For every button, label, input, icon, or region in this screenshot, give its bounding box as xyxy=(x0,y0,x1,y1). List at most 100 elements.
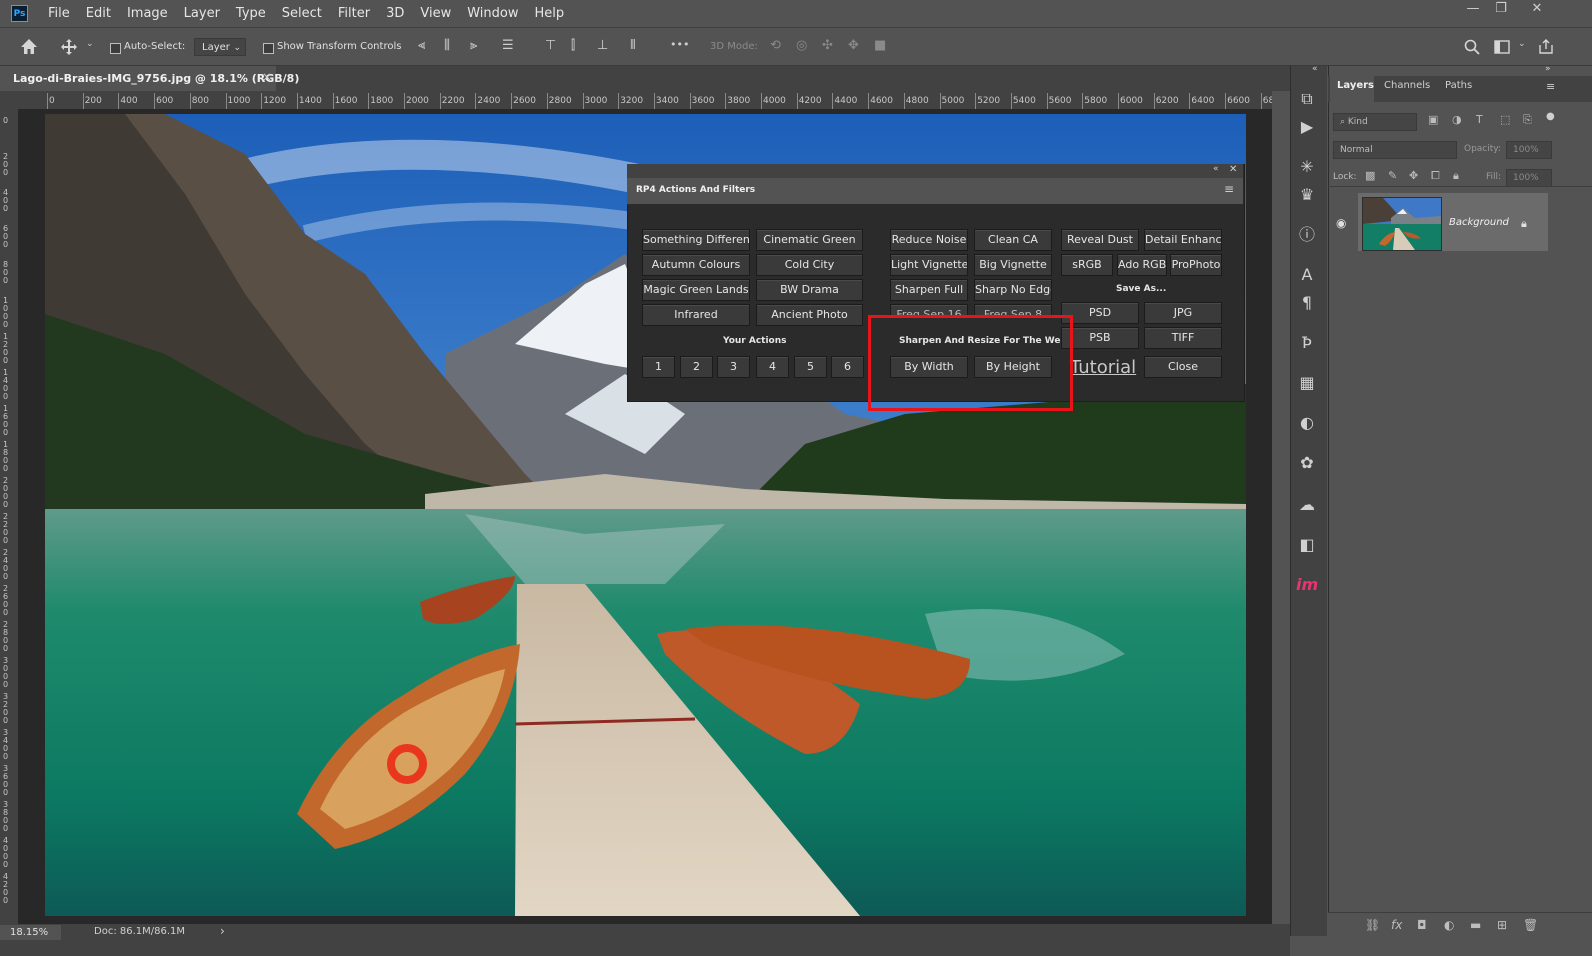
action-6-button[interactable]: 6 xyxy=(831,356,864,378)
properties-icon[interactable]: ◧ xyxy=(1296,534,1318,556)
action-1-button[interactable]: 1 xyxy=(642,356,675,378)
filter-kind-dropdown[interactable]: ⌕ Kind xyxy=(1333,113,1417,131)
align-center-icon[interactable]: ⫼ xyxy=(444,38,450,53)
clean-ca-button[interactable]: Clean CA xyxy=(974,229,1052,251)
delete-layer-icon[interactable]: 🗑︎ xyxy=(1523,918,1538,932)
something-different-button[interactable]: Something Different xyxy=(642,229,750,251)
document-tab[interactable]: Lago-di-Braies-IMG_9756.jpg @ 18.1% (RGB… xyxy=(0,66,299,91)
tutorial-link[interactable]: Tutorial xyxy=(1070,357,1136,378)
menu-view[interactable]: View xyxy=(412,0,459,27)
menu-3d[interactable]: 3D xyxy=(378,0,412,27)
magic-green-lands-button[interactable]: Magic Green Lands xyxy=(642,279,750,301)
auto-select-target-dropdown[interactable]: Layer ⌄ xyxy=(194,38,246,56)
close-panel-button[interactable]: Close xyxy=(1144,356,1222,378)
autumn-colours-button[interactable]: Autumn Colours xyxy=(642,254,750,276)
bw-drama-button[interactable]: BW Drama xyxy=(756,279,863,301)
visibility-eye-icon[interactable]: ◉ xyxy=(1336,216,1346,230)
save-jpg-button[interactable]: JPG xyxy=(1144,302,1222,324)
reveal-dust-button[interactable]: Reveal Dust xyxy=(1061,229,1139,251)
paragraph-icon[interactable]: ¶ xyxy=(1296,292,1318,314)
action-5-button[interactable]: 5 xyxy=(794,356,827,378)
cold-city-button[interactable]: Cold City xyxy=(756,254,863,276)
actions-play-icon[interactable]: ▶ xyxy=(1296,116,1318,138)
link-layers-icon[interactable]: ⛓ xyxy=(1365,918,1380,932)
distribute-icon[interactable]: ☰ xyxy=(502,38,514,53)
tab-paths[interactable]: Paths xyxy=(1445,80,1472,91)
chevron-down-icon[interactable]: ⌄ xyxy=(1518,39,1526,49)
filter-adjustment-icon[interactable]: ◑ xyxy=(1452,113,1462,126)
opacity-field[interactable]: 100% xyxy=(1506,141,1552,159)
filter-smart-object-icon[interactable]: ⎘ xyxy=(1523,113,1532,127)
tab-channels[interactable]: Channels xyxy=(1384,80,1430,91)
layer-thumbnail[interactable] xyxy=(1362,197,1442,251)
infrared-button[interactable]: Infrared xyxy=(642,304,750,326)
panel-menu-icon[interactable]: ≡ xyxy=(1224,182,1234,196)
new-group-icon[interactable]: ▬ xyxy=(1470,918,1481,932)
fx-icon[interactable]: fx xyxy=(1391,918,1402,932)
info-icon[interactable]: ⓘ xyxy=(1296,224,1318,246)
libraries-icon[interactable]: ☁ xyxy=(1296,494,1318,516)
prophoto-button[interactable]: ProPhoto xyxy=(1170,254,1222,276)
blend-mode-dropdown[interactable]: Normal xyxy=(1333,141,1457,159)
more-options-icon[interactable]: ••• xyxy=(670,38,689,51)
new-layer-icon[interactable]: ⊞ xyxy=(1497,918,1507,932)
light-vignette-button[interactable]: Light Vignette xyxy=(890,254,968,276)
ancient-photo-button[interactable]: Ancient Photo xyxy=(756,304,863,326)
align-left-icon[interactable]: ⫷ xyxy=(418,38,425,53)
vertical-ruler[interactable]: 0200400600800100012001400160018002000220… xyxy=(0,109,18,924)
home-icon[interactable] xyxy=(20,38,38,55)
color-palette-icon[interactable]: ✿ xyxy=(1296,452,1318,474)
glyphs-icon[interactable]: Ꝥ xyxy=(1296,332,1318,354)
fill-field[interactable]: 100% xyxy=(1506,169,1552,187)
close-tab-icon[interactable]: × xyxy=(262,70,272,84)
align-right-icon[interactable]: ⫸ xyxy=(470,38,477,53)
sharp-no-edge-button[interactable]: Sharp No Edge xyxy=(974,279,1052,301)
im-plugin-icon[interactable]: im xyxy=(1296,574,1318,596)
add-mask-icon[interactable]: ◘ xyxy=(1417,918,1427,932)
menu-image[interactable]: Image xyxy=(119,0,176,27)
brush-settings-icon[interactable]: ✳ xyxy=(1296,156,1318,178)
distribute-vertical-icon[interactable]: ⦀ xyxy=(630,38,636,53)
filter-toggle-icon[interactable]: ● xyxy=(1546,111,1555,122)
history-icon[interactable]: ⧉ xyxy=(1296,88,1318,110)
lock-position-icon[interactable]: ✥ xyxy=(1409,169,1418,182)
filter-shape-icon[interactable]: ⬚ xyxy=(1500,113,1510,126)
save-tiff-button[interactable]: TIFF xyxy=(1144,327,1222,349)
menu-layer[interactable]: Layer xyxy=(176,0,228,27)
filter-pixel-icon[interactable]: ▣ xyxy=(1428,113,1438,126)
character-icon[interactable]: A xyxy=(1296,264,1318,286)
brushes-icon[interactable]: ♛ xyxy=(1296,184,1318,206)
menu-edit[interactable]: Edit xyxy=(78,0,119,27)
rp4-panel-titlebar[interactable]: « ✕ xyxy=(627,164,1243,178)
lock-paint-icon[interactable]: ✎ xyxy=(1388,169,1397,182)
align-middle-icon[interactable]: ⫿ xyxy=(571,38,575,53)
filter-type-icon[interactable]: T xyxy=(1476,113,1483,126)
menu-type[interactable]: Type xyxy=(228,0,274,27)
srgb-button[interactable]: sRGB xyxy=(1061,254,1113,276)
new-adjustment-icon[interactable]: ◐ xyxy=(1444,918,1454,932)
lock-transparent-icon[interactable]: ▩ xyxy=(1365,169,1375,182)
menu-filter[interactable]: Filter xyxy=(330,0,378,27)
workspace-icon[interactable] xyxy=(1494,40,1510,54)
menu-help[interactable]: Help xyxy=(527,0,573,27)
show-transform-checkbox[interactable] xyxy=(263,43,274,54)
menu-select[interactable]: Select xyxy=(274,0,330,27)
action-3-button[interactable]: 3 xyxy=(717,356,750,378)
chevron-down-icon[interactable]: ⌄ xyxy=(86,39,94,49)
move-tool-icon[interactable] xyxy=(60,38,78,56)
horizontal-ruler[interactable]: 0 200 400 600 800 1000 1200 1400 1600 1800 2000 220… xyxy=(18,91,1272,110)
align-top-icon[interactable]: ⊤ xyxy=(545,38,556,53)
panel-menu-icon[interactable]: ≡ xyxy=(1546,80,1555,93)
collapse-dock-icon[interactable]: « xyxy=(1312,64,1318,74)
close-window-button[interactable]: ✕ xyxy=(1522,0,1552,20)
auto-select-checkbox[interactable] xyxy=(110,43,121,54)
action-4-button[interactable]: 4 xyxy=(756,356,789,378)
layer-name[interactable]: Background xyxy=(1449,217,1509,228)
zoom-level[interactable]: 18.15% xyxy=(0,925,61,940)
menu-file[interactable]: File xyxy=(40,0,78,27)
search-icon[interactable] xyxy=(1464,39,1480,55)
lock-all-icon[interactable]: 🔒︎ xyxy=(1453,169,1459,183)
minimize-button[interactable]: — xyxy=(1458,0,1488,20)
big-vignette-button[interactable]: Big Vignette xyxy=(974,254,1052,276)
detail-enhance-button[interactable]: Detail Enhance xyxy=(1144,229,1222,251)
